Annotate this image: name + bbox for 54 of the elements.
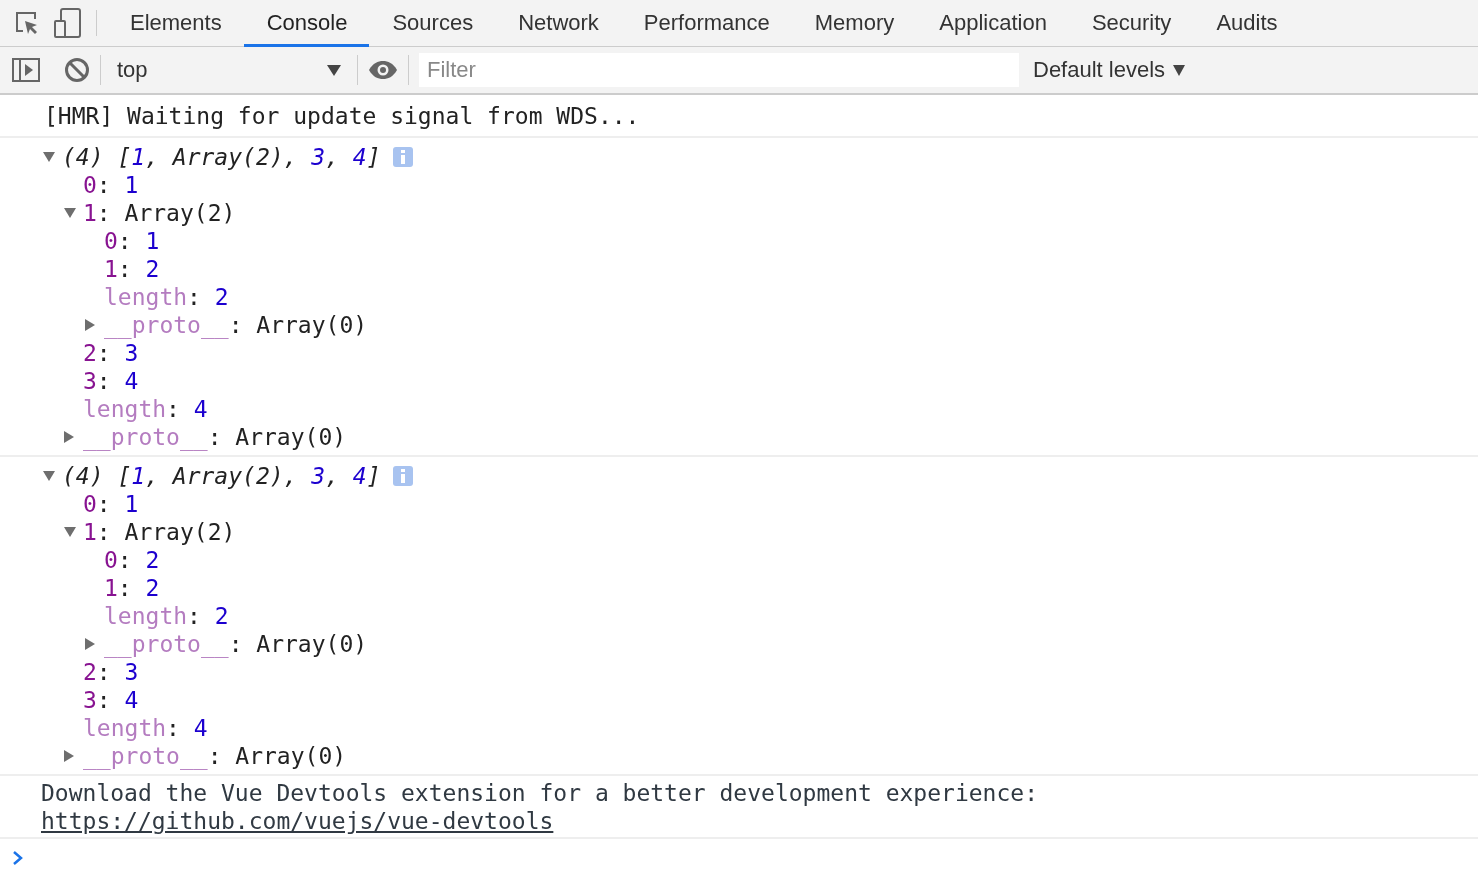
log-message: [HMR] Waiting for update signal from WDS...	[44, 103, 640, 129]
property-text: __proto__: Array(0)	[104, 630, 368, 658]
property-text: 0: 2	[104, 546, 160, 574]
property-text: __proto__: Array(0)	[83, 742, 347, 770]
eye-icon[interactable]	[368, 60, 398, 80]
property-text: length: 4	[83, 714, 208, 742]
property-text: length: 4	[83, 395, 208, 423]
caret-icon	[327, 64, 341, 76]
prompt-chevron-icon	[12, 851, 24, 865]
property-text: 2: 3	[83, 658, 139, 686]
property-text: 1: 2	[104, 255, 160, 283]
caret-icon	[1173, 64, 1186, 76]
context-select[interactable]: top	[111, 57, 347, 83]
filter-input[interactable]: Filter	[419, 53, 1019, 87]
property-text: 3: 4	[83, 367, 139, 395]
panel-tab[interactable]: Sources	[369, 0, 496, 47]
log-message: Download the Vue Devtools extension for a better development experience: https://github.com/vuejs/vue-devtools	[41, 779, 1039, 835]
panel-tab[interactable]: Audits	[1193, 0, 1300, 47]
property-text: __proto__: Array(0)	[104, 311, 368, 339]
collapsed-triangle-icon[interactable]	[85, 319, 95, 331]
property-text: 3: 4	[83, 686, 139, 714]
panel-tab[interactable]: Application	[916, 0, 1069, 47]
array-summary: (4) [1, Array(2), 3, 4]	[62, 462, 381, 490]
expanded-triangle-icon[interactable]	[64, 527, 76, 537]
info-icon	[392, 147, 413, 167]
property-text: __proto__: Array(0)	[83, 423, 347, 451]
collapsed-triangle-icon[interactable]	[64, 431, 74, 443]
property-text: 0: 1	[83, 490, 139, 518]
panel-tab[interactable]: Security	[1068, 0, 1194, 47]
collapsed-triangle-icon[interactable]	[85, 638, 95, 650]
link[interactable]: https://github.com/vuejs/vue-devtools	[41, 808, 554, 834]
panel-tab[interactable]: Elements	[107, 0, 244, 47]
property-text: 2: 3	[83, 339, 139, 367]
property-text: 1: Array(2)	[83, 518, 236, 546]
property-text: length: 2	[104, 283, 229, 311]
property-text: 0: 1	[104, 227, 160, 255]
collapsed-triangle-icon[interactable]	[64, 750, 74, 762]
info-icon	[392, 466, 413, 486]
panel-tab[interactable]: Memory	[791, 0, 917, 47]
property-text: 1: Array(2)	[83, 199, 236, 227]
array-summary: (4) [1, Array(2), 3, 4]	[62, 143, 381, 171]
inspect-element-icon[interactable]	[14, 10, 40, 36]
property-text: 0: 1	[83, 171, 139, 199]
property-text: 1: 2	[104, 574, 160, 602]
expanded-triangle-icon[interactable]	[43, 471, 55, 481]
property-text: length: 2	[104, 602, 229, 630]
device-toolbar-icon[interactable]	[54, 8, 82, 38]
panel-tab[interactable]: Network	[495, 0, 621, 47]
expanded-triangle-icon[interactable]	[64, 208, 76, 218]
sidebar-toggle-icon[interactable]	[12, 58, 40, 82]
clear-console-icon[interactable]	[64, 57, 90, 83]
expanded-triangle-icon[interactable]	[43, 152, 55, 162]
log-levels-dropdown[interactable]: Default levels	[1025, 57, 1194, 83]
panel-tab[interactable]: Performance	[620, 0, 792, 47]
